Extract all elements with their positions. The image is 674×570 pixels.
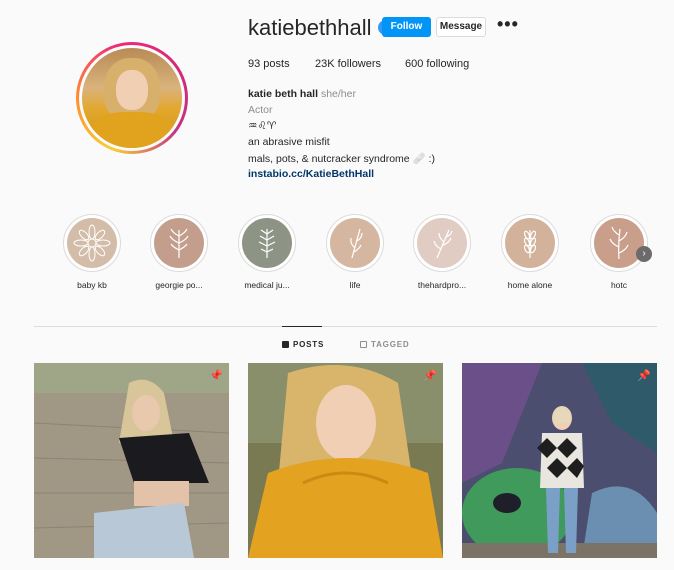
highlight-ring — [590, 214, 648, 272]
active-tab-indicator — [282, 326, 322, 327]
highlight-item[interactable]: life — [325, 214, 385, 294]
more-options-icon[interactable]: ••• — [497, 14, 519, 35]
follow-button[interactable]: Follow — [382, 17, 431, 37]
tagged-icon — [360, 341, 367, 348]
post-tile[interactable]: 📌 — [248, 363, 443, 558]
highlight-label: thehardpro... — [417, 280, 467, 290]
posts-count: 93 posts — [248, 58, 290, 70]
wheat-icon — [505, 218, 555, 268]
tab-posts[interactable]: POSTS — [282, 340, 324, 349]
tabs-divider — [34, 326, 657, 327]
post-image — [248, 363, 443, 558]
highlight-item[interactable]: thehardpro... — [412, 214, 472, 294]
plant-icon — [417, 218, 467, 268]
avatar-face — [116, 70, 148, 110]
bio-pronouns: she/her — [320, 88, 356, 100]
highlight-label: georgie po... — [155, 280, 203, 290]
tab-tagged-label: TAGGED — [371, 340, 410, 349]
bio-full-name: katie beth hall — [248, 88, 319, 100]
highlight-label: hotc — [610, 280, 628, 290]
plant-icon — [594, 218, 644, 268]
post-tile[interactable]: 📌 — [462, 363, 657, 558]
leaf-icon — [330, 218, 380, 268]
highlight-label: home alone — [507, 280, 553, 290]
highlight-ring — [501, 214, 559, 272]
bio-name-line: katie beth hall she/her — [248, 88, 356, 100]
highlight-label: medical ju... — [244, 280, 290, 290]
flower-icon — [67, 218, 117, 268]
plant-icon — [242, 218, 292, 268]
followers-count[interactable]: 23K followers — [315, 58, 381, 70]
highlight-label: baby kb — [77, 280, 107, 290]
bio-zodiac-line: ♒♌♈ — [248, 120, 277, 132]
avatar-sweater — [90, 112, 174, 148]
post-image — [34, 363, 229, 558]
tab-posts-label: POSTS — [293, 340, 325, 349]
pin-icon: 📌 — [637, 370, 651, 382]
message-button[interactable]: Message — [436, 17, 486, 37]
chevron-right-icon[interactable]: › — [636, 246, 652, 262]
highlight-ring — [413, 214, 471, 272]
pin-icon: 📌 — [423, 370, 437, 382]
highlight-ring — [63, 214, 121, 272]
post-tile[interactable]: 📌 — [34, 363, 229, 558]
avatar-photo — [82, 48, 182, 148]
tab-tagged[interactable]: TAGGED — [360, 340, 409, 349]
profile-username: katiebethhall — [248, 15, 372, 40]
highlight-ring — [150, 214, 208, 272]
bio-category: Actor — [248, 104, 273, 116]
highlight-ring — [238, 214, 296, 272]
bio-text-line: mals, pots, & nutcracker syndrome 🩹 :) — [248, 153, 435, 165]
post-image — [462, 363, 657, 558]
plant-icon — [154, 218, 204, 268]
highlight-item[interactable]: georgie po... — [149, 214, 209, 294]
bio-link[interactable]: instabio.cc/KatieBethHall — [248, 168, 374, 180]
highlight-item[interactable]: home alone — [500, 214, 560, 294]
highlight-item[interactable]: baby kb — [62, 214, 122, 294]
profile-avatar[interactable] — [76, 42, 188, 154]
pin-icon: 📌 — [209, 370, 223, 382]
bio-text-line: an abrasive misfit — [248, 136, 330, 148]
following-count[interactable]: 600 following — [405, 58, 469, 70]
grid-icon — [282, 341, 289, 348]
highlight-label: life — [349, 280, 361, 290]
highlight-item[interactable]: medical ju... — [237, 214, 297, 294]
highlight-ring — [326, 214, 384, 272]
